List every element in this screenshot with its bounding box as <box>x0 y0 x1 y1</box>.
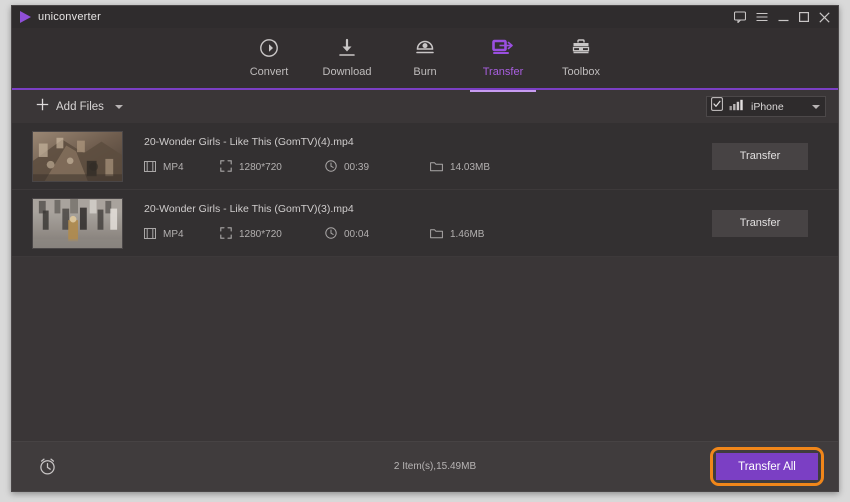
file-metadata: MP4 1280*720 00:39 14.03MB <box>144 159 712 177</box>
window-controls <box>734 11 832 23</box>
meta-resolution: 1280*720 <box>220 226 325 244</box>
tab-burn-label: Burn <box>413 66 437 78</box>
meta-size-value: 14.03MB <box>450 162 491 173</box>
meta-resolution: 1280*720 <box>220 159 325 177</box>
file-metadata: MP4 1280*720 00:04 1.46MB <box>144 226 712 244</box>
convert-icon <box>258 36 280 60</box>
device-chevron-down-icon[interactable] <box>812 104 820 109</box>
file-thumbnail <box>32 197 123 249</box>
file-info: 20-Wonder Girls - Like This (GomTV)(4).m… <box>144 136 712 177</box>
app-logo-icon <box>20 11 31 23</box>
tab-convert[interactable]: Convert <box>230 28 308 90</box>
meta-size: 14.03MB <box>430 159 490 177</box>
folder-icon <box>430 226 443 244</box>
main-navigation: Convert Download Burn Transfer Toolbox <box>12 28 838 92</box>
transfer-all-button[interactable]: Transfer All <box>716 453 818 480</box>
meta-size-value: 1.46MB <box>450 229 485 240</box>
add-files-chevron-down-icon[interactable] <box>114 104 123 109</box>
transfer-icon <box>491 36 515 60</box>
meta-duration-value: 00:39 <box>344 162 370 173</box>
clock-icon <box>325 226 337 244</box>
tab-transfer[interactable]: Transfer <box>464 28 542 92</box>
meta-size: 1.46MB <box>430 226 484 244</box>
tab-convert-label: Convert <box>249 66 289 78</box>
feedback-icon[interactable] <box>734 11 746 23</box>
meta-format: MP4 <box>144 226 220 244</box>
file-name: 20-Wonder Girls - Like This (GomTV)(4).m… <box>144 135 354 148</box>
app-title: uniconverter <box>38 11 101 23</box>
plus-icon <box>36 98 49 116</box>
maximize-icon[interactable] <box>799 12 809 22</box>
table-row[interactable]: 20-Wonder Girls - Like This (GomTV)(4).m… <box>12 123 838 190</box>
resolution-icon <box>220 226 232 244</box>
video-format-icon <box>144 226 156 244</box>
transfer-button[interactable]: Transfer <box>712 142 808 170</box>
clock-icon <box>325 159 337 177</box>
video-format-icon <box>144 159 156 177</box>
table-row[interactable]: 20-Wonder Girls - Like This (GomTV)(3).m… <box>12 190 838 257</box>
meta-resolution-value: 1280*720 <box>239 162 282 173</box>
meta-duration: 00:39 <box>325 159 430 177</box>
file-thumbnail <box>32 130 123 182</box>
download-icon <box>336 36 358 60</box>
tab-transfer-label: Transfer <box>482 66 524 78</box>
close-icon[interactable] <box>819 11 830 23</box>
add-files-button[interactable]: Add Files <box>36 98 123 116</box>
file-list: 20-Wonder Girls - Like This (GomTV)(4).m… <box>12 123 838 441</box>
tab-toolbox[interactable]: Toolbox <box>542 28 620 90</box>
footer-bar: 2 Item(s),15.49MB Transfer All <box>12 441 838 491</box>
meta-resolution-value: 1280*720 <box>239 229 282 240</box>
file-name: 20-Wonder Girls - Like This (GomTV)(3).m… <box>144 202 354 215</box>
menu-icon[interactable] <box>756 12 768 22</box>
meta-duration: 00:04 <box>325 226 430 244</box>
tab-toolbox-label: Toolbox <box>562 66 600 78</box>
title-bar: uniconverter <box>12 6 838 28</box>
meta-format: MP4 <box>144 159 220 177</box>
add-files-label: Add Files <box>56 100 104 113</box>
device-selector[interactable]: iPhone <box>706 96 826 117</box>
meta-format-value: MP4 <box>163 229 184 240</box>
device-name-label: iPhone <box>751 100 784 113</box>
alarm-clock-icon[interactable] <box>38 457 57 476</box>
resolution-icon <box>220 159 232 177</box>
tab-burn[interactable]: Burn <box>386 28 464 90</box>
meta-duration-value: 00:04 <box>344 229 370 240</box>
burn-icon <box>414 36 436 60</box>
tab-download[interactable]: Download <box>308 28 386 90</box>
folder-icon <box>430 159 443 177</box>
minimize-icon[interactable] <box>778 12 789 22</box>
toolbox-icon <box>570 36 592 60</box>
meta-format-value: MP4 <box>163 162 184 173</box>
application-window: uniconverter Convert Download Burn Trans… <box>11 5 839 492</box>
brand: uniconverter <box>20 11 101 23</box>
action-toolbar: Add Files iPhone <box>12 90 838 123</box>
transfer-all-highlight: Transfer All <box>710 447 824 486</box>
device-signal-icon <box>729 98 745 116</box>
transfer-button[interactable]: Transfer <box>712 209 808 237</box>
tab-download-label: Download <box>322 66 372 78</box>
file-info: 20-Wonder Girls - Like This (GomTV)(3).m… <box>144 203 712 244</box>
device-checkbox-icon[interactable] <box>711 97 723 116</box>
